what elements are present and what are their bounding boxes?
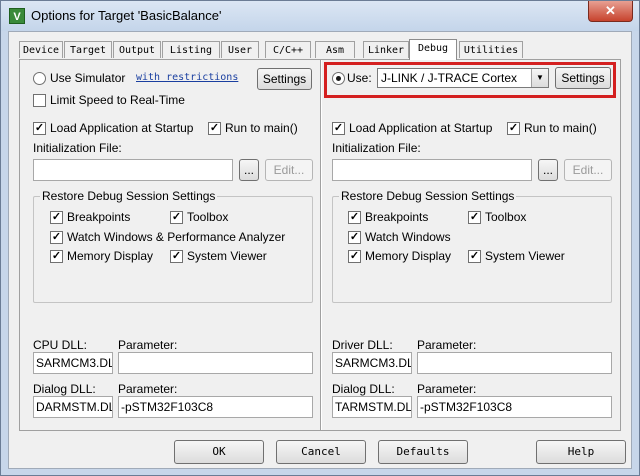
init-file-browse-left[interactable]: ... — [239, 159, 259, 181]
help-button[interactable]: Help — [536, 440, 626, 464]
sysviewer-label-right: System Viewer — [485, 249, 565, 263]
simulator-settings-button[interactable]: Settings — [257, 68, 312, 90]
driver-dll-label: Driver DLL: — [332, 338, 393, 352]
ok-button[interactable]: OK — [174, 440, 264, 464]
run-to-main-checkbox-left[interactable]: ✓ — [208, 122, 221, 135]
dialog-param-input-left[interactable]: -pSTM32F103C8 — [118, 396, 313, 418]
dialog-param-input-right[interactable]: -pSTM32F103C8 — [417, 396, 612, 418]
memory-label-right: Memory Display — [365, 249, 452, 263]
sysviewer-label-left: System Viewer — [187, 249, 267, 263]
title-bar: V Options for Target 'BasicBalance' ✕ — [1, 1, 639, 31]
driver-settings-button[interactable]: Settings — [555, 67, 611, 89]
init-file-browse-right[interactable]: ... — [538, 159, 558, 181]
tab-user[interactable]: User — [221, 41, 259, 58]
breakpoints-label-right: Breakpoints — [365, 210, 429, 224]
dialog-dll-label-right: Dialog DLL: — [332, 382, 395, 396]
init-file-label-right: Initialization File: — [332, 141, 421, 155]
window-title: Options for Target 'BasicBalance' — [31, 8, 222, 23]
dialog-dll-input-left[interactable]: DARMSTM.DLL — [33, 396, 113, 418]
dialog-dll-label-left: Dialog DLL: — [33, 382, 96, 396]
tab-listing[interactable]: Listing — [162, 41, 220, 58]
dialog-param-label-right: Parameter: — [417, 382, 477, 396]
memory-checkbox-right[interactable]: ✓ — [348, 250, 361, 263]
init-file-input-left[interactable] — [33, 159, 233, 181]
watch-checkbox-right[interactable]: ✓ — [348, 231, 361, 244]
dialog-param-label-left: Parameter: — [118, 382, 178, 396]
sysviewer-checkbox-right[interactable]: ✓ — [468, 250, 481, 263]
chevron-down-icon[interactable]: ▼ — [531, 69, 548, 87]
toolbox-label-right: Toolbox — [485, 210, 527, 224]
with-restrictions-link[interactable]: with restrictions — [136, 72, 238, 83]
tab-utilities[interactable]: Utilities — [459, 41, 523, 58]
close-button[interactable]: ✕ — [588, 1, 633, 22]
sysviewer-checkbox-left[interactable]: ✓ — [170, 250, 183, 263]
use-driver-radio[interactable] — [332, 72, 345, 85]
init-file-label-left: Initialization File: — [33, 141, 122, 155]
tab-output[interactable]: Output — [113, 41, 161, 58]
panel-divider — [320, 60, 322, 430]
load-app-label-left: Load Application at Startup — [50, 121, 194, 135]
breakpoints-label-left: Breakpoints — [67, 210, 131, 224]
tab-target[interactable]: Target — [64, 41, 112, 58]
load-app-checkbox-left[interactable]: ✓ — [33, 122, 46, 135]
tab-debug[interactable]: Debug — [409, 39, 457, 60]
use-simulator-label: Use Simulator — [50, 71, 126, 85]
driver-param-label: Parameter: — [417, 338, 477, 352]
watch-label-right: Watch Windows — [365, 230, 451, 244]
tab-c-cpp[interactable]: C/C++ — [265, 41, 311, 58]
run-to-main-checkbox-right[interactable]: ✓ — [507, 122, 520, 135]
load-app-label-right: Load Application at Startup — [349, 121, 493, 135]
restore-group-title-left: Restore Debug Session Settings — [40, 189, 218, 203]
breakpoints-checkbox-left[interactable]: ✓ — [50, 211, 63, 224]
watch-label-left: Watch Windows & Performance Analyzer — [67, 230, 286, 244]
init-file-edit-left[interactable]: Edit... — [265, 159, 313, 181]
dialog-dll-input-right[interactable]: TARMSTM.DLL — [332, 396, 412, 418]
app-icon: V — [9, 8, 25, 24]
driver-param-input[interactable] — [417, 352, 612, 374]
memory-label-left: Memory Display — [67, 249, 154, 263]
use-label: Use: — [347, 71, 372, 85]
run-to-main-label-right: Run to main() — [524, 121, 597, 135]
restore-group-title-right: Restore Debug Session Settings — [339, 189, 517, 203]
driver-dll-input[interactable]: SARMCM3.DLL — [332, 352, 412, 374]
cpu-dll-input[interactable]: SARMCM3.DLL — [33, 352, 113, 374]
run-to-main-label-left: Run to main() — [225, 121, 298, 135]
radio-dot — [336, 76, 341, 81]
cpu-param-label: Parameter: — [118, 338, 178, 352]
limit-speed-checkbox[interactable] — [33, 94, 46, 107]
use-simulator-radio[interactable] — [33, 72, 46, 85]
driver-select-value: J-LINK / J-TRACE Cortex — [381, 71, 518, 85]
toolbox-checkbox-right[interactable]: ✓ — [468, 211, 481, 224]
load-app-checkbox-right[interactable]: ✓ — [332, 122, 345, 135]
init-file-edit-right[interactable]: Edit... — [564, 159, 612, 181]
limit-speed-label: Limit Speed to Real-Time — [50, 93, 185, 107]
options-dialog: V Options for Target 'BasicBalance' ✕ De… — [0, 0, 640, 476]
cpu-param-input[interactable] — [118, 352, 313, 374]
defaults-button[interactable]: Defaults — [378, 440, 468, 464]
toolbox-label-left: Toolbox — [187, 210, 229, 224]
cancel-button[interactable]: Cancel — [276, 440, 366, 464]
memory-checkbox-left[interactable]: ✓ — [50, 250, 63, 263]
debug-panel: Use Simulator with restrictions Settings… — [19, 59, 621, 431]
tab-device[interactable]: Device — [19, 41, 63, 58]
breakpoints-checkbox-right[interactable]: ✓ — [348, 211, 361, 224]
tab-asm[interactable]: Asm — [315, 41, 355, 58]
tab-linker[interactable]: Linker — [363, 41, 409, 58]
dialog-client: Device Target Output Listing User C/C++ … — [8, 31, 632, 469]
toolbox-checkbox-left[interactable]: ✓ — [170, 211, 183, 224]
watch-checkbox-left[interactable]: ✓ — [50, 231, 63, 244]
cpu-dll-label: CPU DLL: — [33, 338, 88, 352]
driver-select[interactable]: J-LINK / J-TRACE Cortex ▼ — [377, 68, 549, 88]
init-file-input-right[interactable] — [332, 159, 532, 181]
